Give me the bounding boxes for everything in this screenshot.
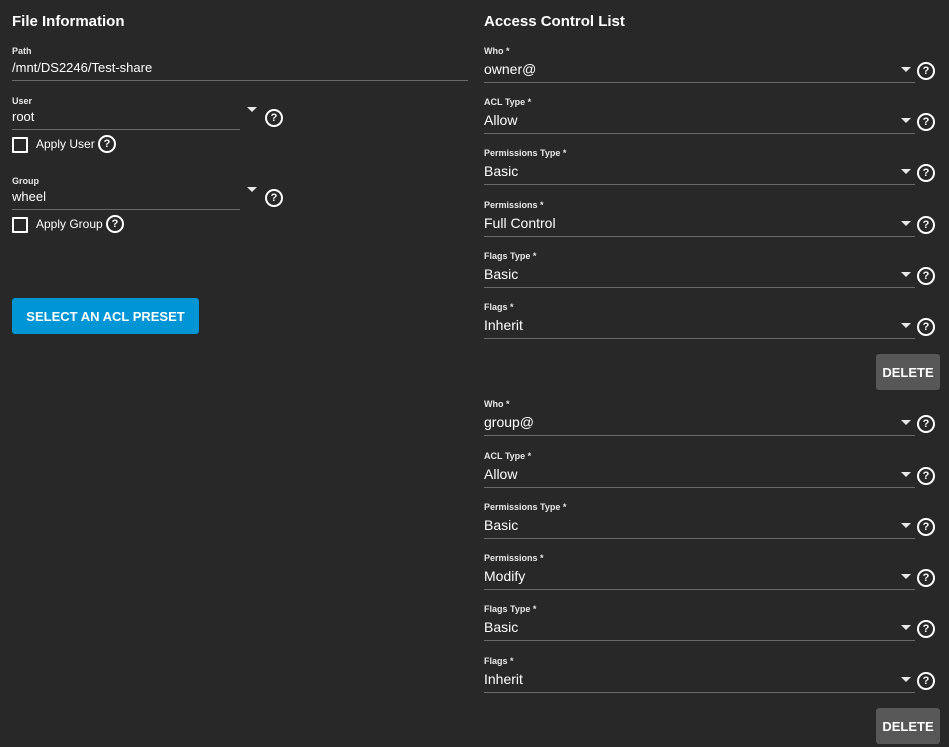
who-help-icon[interactable]: ? [917, 415, 935, 433]
permissions-type-label: Permissions Type * [484, 502, 567, 512]
select-acl-preset-button[interactable]: SELECT AN ACL PRESET [12, 298, 199, 334]
file-information-title: File Information [12, 13, 125, 30]
permissions-label: Permissions * [484, 200, 544, 210]
who-chevron-down-icon[interactable] [901, 420, 911, 425]
permissions-type-chevron-down-icon[interactable] [901, 169, 911, 174]
flags-type-underline [484, 287, 915, 288]
acl-type-help-icon[interactable]: ? [917, 467, 935, 485]
who-underline [484, 82, 915, 83]
flags-underline [484, 692, 915, 693]
flags-label: Flags * [484, 656, 514, 666]
apply-group-label: Apply Group [36, 217, 103, 231]
who-select[interactable]: group@ [484, 414, 914, 434]
flags-type-label: Flags Type * [484, 604, 537, 614]
who-help-icon[interactable]: ? [917, 62, 935, 80]
user-select[interactable]: root [12, 109, 242, 127]
permissions-type-help-icon[interactable]: ? [917, 164, 935, 182]
flags-underline [484, 338, 915, 339]
who-label: Who * [484, 46, 510, 56]
flags-help-icon[interactable]: ? [917, 318, 935, 336]
permissions-help-icon[interactable]: ? [917, 569, 935, 587]
access-control-list-title: Access Control List [484, 13, 625, 30]
apply-user-checkbox[interactable] [12, 137, 28, 153]
flags-chevron-down-icon[interactable] [901, 677, 911, 682]
permissions-underline [484, 589, 915, 590]
delete-ace-button[interactable]: DELETE [876, 708, 940, 744]
permissions-type-underline [484, 538, 915, 539]
group-help-icon[interactable]: ? [265, 189, 283, 207]
acl-type-select[interactable]: Allow [484, 466, 914, 486]
who-underline [484, 435, 915, 436]
acl-type-label: ACL Type * [484, 97, 532, 107]
acl-type-chevron-down-icon[interactable] [901, 472, 911, 477]
user-label: User [12, 96, 33, 106]
flags-label: Flags * [484, 302, 514, 312]
flags-type-select[interactable]: Basic [484, 266, 914, 286]
acl-type-underline [484, 487, 915, 488]
flags-help-icon[interactable]: ? [917, 672, 935, 690]
group-label: Group [12, 176, 39, 186]
permissions-label: Permissions * [484, 553, 544, 563]
apply-group-help-icon[interactable]: ? [106, 215, 124, 233]
path-underline [12, 80, 468, 81]
permissions-type-label: Permissions Type * [484, 148, 567, 158]
permissions-type-select[interactable]: Basic [484, 517, 914, 537]
acl-type-chevron-down-icon[interactable] [901, 118, 911, 123]
permissions-type-help-icon[interactable]: ? [917, 518, 935, 536]
user-help-icon[interactable]: ? [265, 109, 283, 127]
flags-select[interactable]: Inherit [484, 671, 914, 691]
who-label: Who * [484, 399, 510, 409]
user-underline [12, 129, 240, 130]
flags-type-select[interactable]: Basic [484, 619, 914, 639]
acl-type-help-icon[interactable]: ? [917, 113, 935, 131]
flags-select[interactable]: Inherit [484, 317, 914, 337]
permissions-type-underline [484, 184, 915, 185]
flags-type-help-icon[interactable]: ? [917, 267, 935, 285]
flags-type-underline [484, 640, 915, 641]
flags-type-label: Flags Type * [484, 251, 537, 261]
flags-type-chevron-down-icon[interactable] [901, 272, 911, 277]
apply-group-checkbox[interactable] [12, 217, 28, 233]
flags-type-chevron-down-icon[interactable] [901, 625, 911, 630]
apply-user-help-icon[interactable]: ? [98, 135, 116, 153]
permissions-help-icon[interactable]: ? [917, 216, 935, 234]
acl-type-underline [484, 133, 915, 134]
flags-chevron-down-icon[interactable] [901, 323, 911, 328]
path-field[interactable]: /mnt/DS2246/Test-share [12, 60, 152, 75]
flags-type-help-icon[interactable]: ? [917, 620, 935, 638]
group-underline [12, 209, 240, 210]
path-label: Path [12, 46, 32, 56]
permissions-type-chevron-down-icon[interactable] [901, 523, 911, 528]
user-dropdown-chevron-icon[interactable] [247, 107, 257, 112]
delete-ace-button[interactable]: DELETE [876, 354, 940, 390]
permissions-select[interactable]: Modify [484, 568, 914, 588]
permissions-chevron-down-icon[interactable] [901, 221, 911, 226]
acl-type-label: ACL Type * [484, 451, 532, 461]
acl-type-select[interactable]: Allow [484, 112, 914, 132]
apply-user-label: Apply User [36, 137, 95, 151]
permissions-select[interactable]: Full Control [484, 215, 914, 235]
who-chevron-down-icon[interactable] [901, 67, 911, 72]
permissions-underline [484, 236, 915, 237]
group-dropdown-chevron-icon[interactable] [247, 187, 257, 192]
permissions-type-select[interactable]: Basic [484, 163, 914, 183]
permissions-chevron-down-icon[interactable] [901, 574, 911, 579]
group-select[interactable]: wheel [12, 189, 242, 207]
who-select[interactable]: owner@ [484, 61, 914, 81]
